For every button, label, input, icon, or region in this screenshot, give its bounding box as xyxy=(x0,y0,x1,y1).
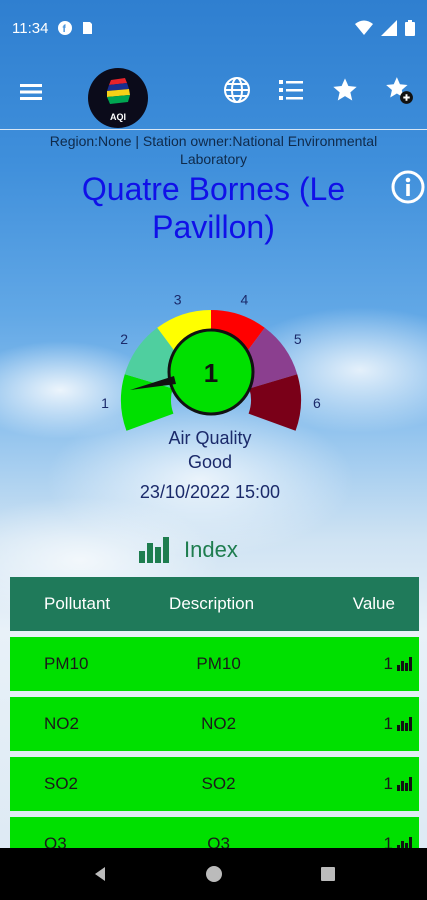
measurement-datetime: 23/10/2022 15:00 xyxy=(139,482,281,502)
table-header: Pollutant Description Value xyxy=(10,577,419,631)
star-add-icon xyxy=(386,77,413,104)
gauge-label-6: 6 xyxy=(313,395,321,411)
logo-text: AQI xyxy=(109,112,126,122)
gauge-label-1: 1 xyxy=(101,395,109,411)
air-quality-block: Air Quality Good xyxy=(60,426,360,474)
index-heading: Index xyxy=(138,535,238,565)
header-value: Value xyxy=(352,594,395,613)
table-row[interactable]: SO2 SO2 1 xyxy=(10,757,419,811)
hamburger-menu-icon[interactable] xyxy=(18,79,44,105)
favorite-button[interactable] xyxy=(329,74,361,106)
system-nav-bar xyxy=(0,848,427,900)
row-value: 1 xyxy=(383,714,393,733)
row-value: 1 xyxy=(383,654,393,673)
bar-chart-icon[interactable] xyxy=(396,717,413,731)
air-quality-label: Air Quality xyxy=(168,428,252,448)
globe-button[interactable] xyxy=(221,74,253,106)
bar-chart-icon[interactable] xyxy=(396,777,413,791)
globe-icon xyxy=(224,77,250,103)
star-icon xyxy=(333,78,357,101)
gauge-label-2: 2 xyxy=(120,331,128,347)
row-pollutant: PM10 xyxy=(44,654,89,673)
row-value-cell: 1 xyxy=(288,714,419,734)
header-pollutant: Pollutant xyxy=(44,594,111,613)
table-row[interactable]: PM10 PM10 1 xyxy=(10,637,419,691)
air-quality-status: Good xyxy=(187,452,233,472)
pollutant-table: Pollutant Description Value PM10 PM10 1 … xyxy=(10,577,419,871)
wifi-icon xyxy=(355,20,373,35)
station-title: Quatre Bornes (Le Pavillon) xyxy=(81,171,346,245)
info-icon[interactable] xyxy=(391,170,425,204)
row-pollutant: NO2 xyxy=(44,714,79,733)
row-description: PM10 xyxy=(196,654,241,673)
f-badge-icon: f xyxy=(58,21,73,35)
gauge-label-4: 4 xyxy=(240,291,248,307)
app-bar: AQI xyxy=(0,56,427,128)
bar-chart-icon xyxy=(139,537,169,563)
battery-icon xyxy=(405,20,415,36)
status-time: 11:34 xyxy=(12,19,49,37)
list-button[interactable] xyxy=(275,74,307,106)
gauge-label-5: 5 xyxy=(294,331,302,347)
index-title: Index xyxy=(184,537,238,562)
back-icon[interactable] xyxy=(91,865,109,883)
row-value: 1 xyxy=(383,774,393,793)
row-value-cell: 1 xyxy=(288,654,419,674)
gauge-label-3: 3 xyxy=(174,291,182,307)
recents-icon[interactable] xyxy=(319,865,337,883)
station-meta: Region:None | Station owner:National Env… xyxy=(49,133,378,167)
gauge-value: 1 xyxy=(204,358,218,388)
signal-icon xyxy=(381,20,397,36)
add-favorite-button[interactable] xyxy=(383,74,415,106)
app-logo: AQI xyxy=(88,68,148,128)
mauritius-flag-icon xyxy=(107,78,130,104)
status-bar: 11:34 f xyxy=(0,0,427,56)
row-description: SO2 xyxy=(201,774,236,793)
table-row[interactable]: NO2 NO2 1 xyxy=(10,697,419,751)
bar-chart-icon[interactable] xyxy=(396,657,413,671)
row-description: NO2 xyxy=(201,714,237,733)
aqi-gauge: 1 2 3 4 5 6 1 xyxy=(101,291,321,431)
sd-card-icon xyxy=(83,22,93,34)
row-pollutant: SO2 xyxy=(44,774,79,793)
header-description: Description xyxy=(169,594,255,613)
header-divider xyxy=(0,129,427,130)
list-icon xyxy=(279,80,303,100)
home-icon[interactable] xyxy=(205,865,223,883)
row-value-cell: 1 xyxy=(288,774,419,794)
